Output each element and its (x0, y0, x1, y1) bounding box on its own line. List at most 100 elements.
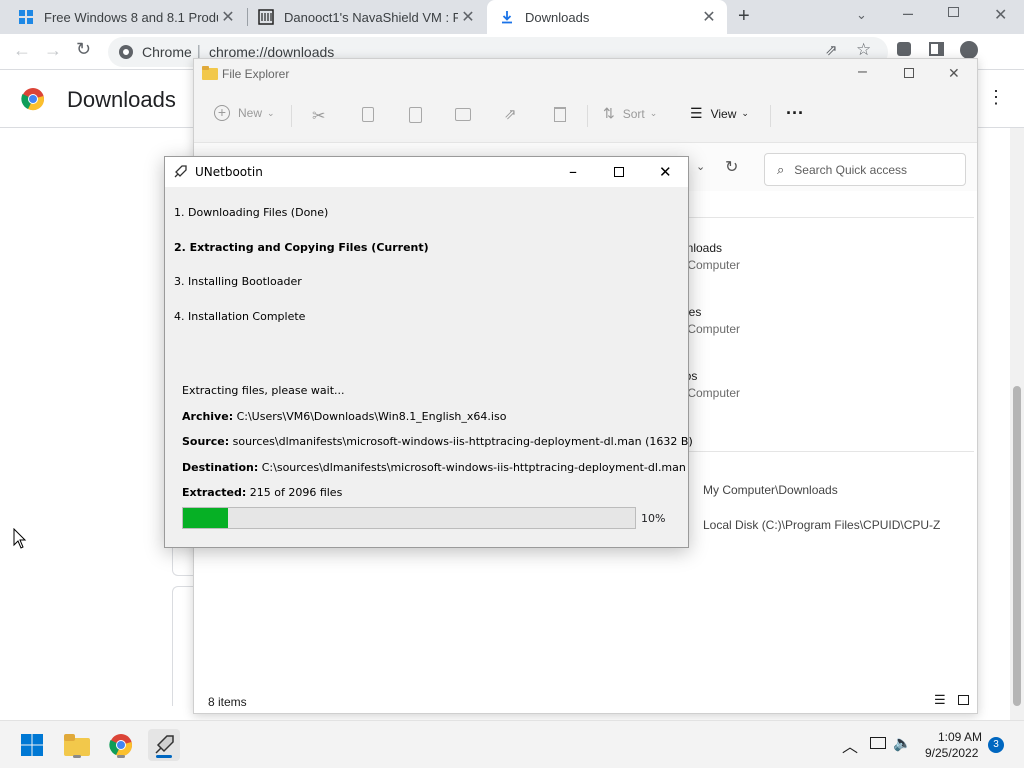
folder-icon (64, 734, 90, 756)
search-placeholder: Search Quick access (794, 162, 907, 177)
chrome-logo-icon (109, 734, 132, 757)
archive-label: Archive: (182, 410, 234, 423)
scrollbar-thumb[interactable] (1013, 386, 1021, 706)
window-title: File Explorer (222, 67, 290, 81)
page-title: Downloads (67, 87, 176, 112)
address-divider: | (197, 42, 201, 58)
delete-icon[interactable] (554, 107, 566, 122)
mouse-cursor-icon (13, 528, 27, 549)
active-indicator (156, 755, 172, 758)
window-title: UNetbootin (195, 165, 263, 179)
page-scrollbar[interactable] (1010, 128, 1024, 720)
chevron-down-icon[interactable]: ⌄ (696, 160, 705, 173)
address-scheme: Chrome (142, 44, 192, 60)
source-label: Source: (182, 435, 230, 448)
new-button[interactable]: + New ⌄ (214, 105, 275, 121)
rename-icon[interactable] (455, 108, 471, 121)
recent-item-path[interactable]: My Computer\Downloads (703, 483, 838, 497)
archive-line: Archive: C:\Users\VM6\Downloads\Win8.1_E… (182, 410, 506, 423)
restore-icon[interactable] (948, 7, 959, 17)
view-button[interactable]: ☰ View ⌄ (690, 105, 749, 122)
tab-windows-product[interactable]: Free Windows 8 and 8.1 Product ✕ (0, 0, 246, 34)
folder-icon (202, 66, 218, 80)
rocket-icon (174, 165, 187, 178)
extracted-line: Extracted: 215 of 2096 files (182, 486, 342, 499)
start-button[interactable] (16, 729, 48, 761)
new-tab-button[interactable]: + (738, 5, 750, 28)
new-label: New (238, 106, 263, 120)
close-tab-icon[interactable]: ✕ (699, 7, 719, 27)
chevron-up-icon[interactable]: ︿ (842, 733, 858, 757)
minimize-icon[interactable]: – (858, 63, 867, 81)
search-icon: ⌕ (777, 161, 785, 177)
bookmark-star-icon[interactable]: ☆ (856, 40, 871, 60)
step-4: 4. Installation Complete (174, 310, 306, 323)
close-tab-icon[interactable]: ✕ (218, 7, 238, 27)
step-3: 3. Installing Bootloader (174, 275, 302, 288)
source-value: sources\dlmanifests\microsoft-windows-ii… (232, 435, 693, 448)
more-menu-icon[interactable]: ⋮ (987, 87, 1005, 108)
recent-item-path[interactable]: Local Disk (C:)\Program Files\CPUID\CPU-… (703, 518, 940, 532)
chevron-down-icon[interactable]: ⌄ (856, 7, 867, 23)
side-panel-icon[interactable] (929, 42, 944, 56)
maximize-icon[interactable] (614, 167, 624, 177)
search-input[interactable]: ⌕ Search Quick access (764, 153, 966, 186)
download-icon (502, 11, 512, 24)
more-options-icon[interactable]: ··· (786, 103, 804, 124)
cut-icon[interactable]: ✂ (312, 106, 325, 126)
windows-taskbar: ︿ 🔈 1:09 AM 9/25/2022 3 (0, 720, 1024, 768)
extracted-value: 215 of 2096 files (249, 486, 343, 499)
volume-icon[interactable]: 🔈 (893, 734, 912, 752)
forward-icon[interactable]: → (44, 40, 62, 61)
profile-avatar[interactable] (960, 41, 978, 59)
reload-icon[interactable]: ↻ (76, 39, 91, 60)
copy-icon[interactable] (362, 107, 374, 122)
tab-navashield[interactable]: Danooct1's NavaShield VM : Fre ✕ (248, 0, 486, 34)
taskbar-unetbootin[interactable] (148, 729, 180, 761)
sort-icon: ⇅ (603, 105, 615, 121)
back-icon[interactable]: ← (13, 40, 31, 61)
taskbar-chrome[interactable] (105, 729, 137, 761)
tab-title: Downloads (525, 9, 590, 25)
divider (291, 105, 292, 127)
refresh-icon[interactable]: ↻ (725, 157, 738, 177)
chrome-logo-icon (21, 88, 44, 111)
unetbootin-window: UNetbootin – ✕ 1. Downloading Files (Don… (164, 156, 693, 548)
progress-bar (182, 507, 636, 529)
close-icon[interactable]: ✕ (948, 65, 960, 82)
share-icon[interactable]: ⇗ (825, 41, 838, 59)
tab-downloads[interactable]: Downloads ✕ (487, 0, 727, 34)
running-indicator (73, 755, 81, 758)
close-icon[interactable]: ✕ (659, 163, 672, 181)
destination-line: Destination: C:\sources\dlmanifests\micr… (182, 461, 686, 474)
taskbar-file-explorer[interactable] (61, 729, 93, 761)
close-tab-icon[interactable]: ✕ (458, 7, 478, 27)
minimize-icon[interactable]: – (569, 162, 577, 181)
paste-icon[interactable] (409, 107, 422, 123)
clock-date[interactable]: 9/25/2022 (925, 746, 978, 760)
running-indicator (117, 755, 125, 758)
tiles-view-icon[interactable] (958, 695, 969, 705)
divider (770, 105, 771, 127)
tab-title: Danooct1's NavaShield VM : Fre (284, 9, 458, 25)
notification-badge[interactable]: 3 (988, 737, 1004, 753)
step-1: 1. Downloading Files (Done) (174, 206, 329, 219)
chevron-down-icon: ⌄ (649, 108, 658, 118)
sort-label: Sort (622, 106, 645, 121)
divider (587, 105, 588, 127)
command-bar: + New ⌄ ✂ ⇗ ⇅ Sort ⌄ ☰ View ⌄ ··· (194, 89, 977, 143)
details-view-icon[interactable]: ☰ (934, 692, 946, 708)
step-2-current: 2. Extracting and Copying Files (Current… (174, 241, 429, 254)
archive-value: C:\Users\VM6\Downloads\Win8.1_English_x6… (236, 410, 507, 423)
extensions-icon[interactable] (897, 42, 911, 56)
share-icon[interactable]: ⇗ (504, 105, 517, 123)
network-icon[interactable] (870, 737, 886, 749)
close-icon[interactable]: ✕ (994, 5, 1007, 25)
chevron-down-icon: ⌄ (267, 107, 275, 118)
status-item-count: 8 items (208, 695, 247, 709)
chrome-tab-strip: Free Windows 8 and 8.1 Product ✕ Danooct… (0, 0, 1024, 34)
minimize-icon[interactable]: – (903, 3, 913, 24)
sort-button[interactable]: ⇅ Sort ⌄ (603, 105, 657, 122)
maximize-icon[interactable] (904, 68, 914, 78)
clock-time[interactable]: 1:09 AM (938, 730, 982, 744)
